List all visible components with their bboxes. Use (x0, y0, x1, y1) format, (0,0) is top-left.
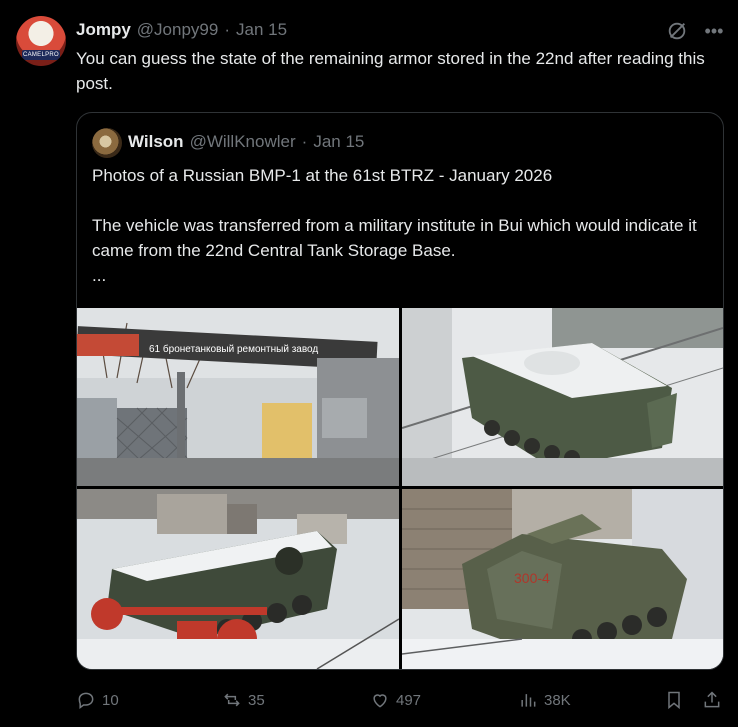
author-avatar[interactable]: CAMELPRO (16, 16, 66, 66)
quoted-author-handle[interactable]: @WillKnowler (190, 132, 296, 152)
reply-button[interactable]: 10 (76, 688, 119, 712)
view-count: 38K (544, 691, 571, 709)
avatar-caption: CAMELPRO (22, 50, 60, 60)
factory-sign-text: 61 бронетанковый ремонтный завод (149, 343, 318, 355)
views-button[interactable]: 38K (518, 688, 571, 712)
tweet-text: You can guess the state of the remaining… (76, 49, 705, 93)
photo-bmp-rear-red[interactable] (77, 489, 399, 669)
quoted-separator-dot: · (301, 132, 308, 151)
like-button[interactable]: 497 (370, 688, 421, 712)
like-count: 497 (396, 691, 422, 709)
reply-icon (78, 692, 94, 709)
bookmark-icon (668, 691, 680, 710)
author-name[interactable]: Jompy (76, 20, 131, 40)
quoted-post-date[interactable]: Jan 15 (313, 132, 364, 152)
photo-bmp-snow-front[interactable] (402, 308, 723, 486)
reply-count: 10 (102, 691, 119, 709)
post-date[interactable]: Jan 15 (236, 20, 287, 40)
quoted-author-name[interactable]: Wilson (128, 132, 184, 152)
grok-icon[interactable] (666, 20, 688, 42)
bookmark-button[interactable] (664, 688, 684, 712)
repost-icon (224, 693, 240, 707)
hull-marking-text: 300-4 (514, 570, 550, 586)
action-bar: 10 35 497 38K (76, 688, 726, 712)
more-options-icon[interactable]: ••• (703, 20, 725, 42)
heart-icon (373, 694, 387, 708)
repost-count: 35 (248, 691, 265, 709)
repost-button[interactable]: 35 (222, 688, 265, 712)
tweet[interactable]: CAMELPRO Jompy @Jonpy99 · Jan 15 ••• You… (0, 0, 738, 727)
photo-factory-gate[interactable]: 61 бронетанковый ремонтный завод (77, 308, 399, 486)
quoted-header: Wilson @WillKnowler · Jan 15 (128, 132, 364, 152)
tweet-header: Jompy @Jonpy99 · Jan 15 (76, 20, 287, 40)
share-button[interactable] (702, 688, 722, 712)
photo-bmp-rear-marking[interactable]: 300-4 (402, 489, 723, 669)
quoted-text: Photos of a Russian BMP-1 at the 61st BT… (92, 166, 697, 285)
views-icon (521, 694, 536, 707)
share-icon (704, 691, 720, 708)
author-handle[interactable]: @Jonpy99 (137, 20, 219, 40)
separator-dot: · (224, 20, 230, 39)
quoted-author-avatar[interactable] (92, 128, 122, 158)
photo-grid: 61 бронетанковый ремонтный завод 300-4 (77, 308, 723, 669)
quoted-tweet[interactable]: Wilson @WillKnowler · Jan 15 Photos of a… (76, 112, 724, 670)
